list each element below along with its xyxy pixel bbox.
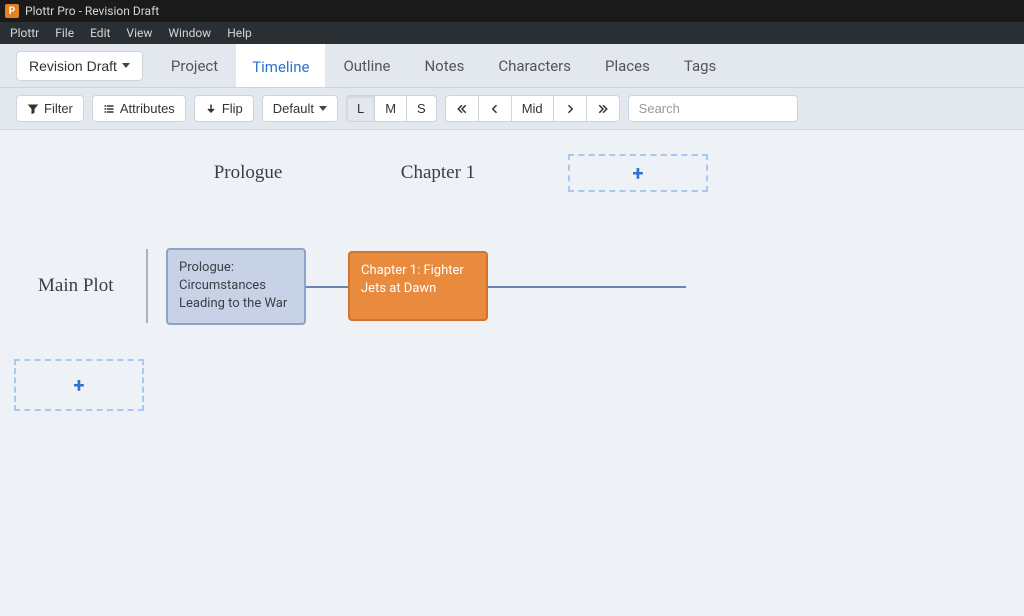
menu-window[interactable]: Window bbox=[160, 24, 219, 42]
draft-selector-label: Revision Draft bbox=[29, 58, 117, 74]
menu-help[interactable]: Help bbox=[219, 24, 260, 42]
chapter-label-1[interactable]: Chapter 1 bbox=[368, 162, 508, 184]
tab-timeline[interactable]: Timeline bbox=[236, 44, 325, 87]
default-dropdown[interactable]: Default bbox=[262, 95, 338, 122]
page-mid-button[interactable]: Mid bbox=[511, 95, 554, 122]
plotline-divider bbox=[146, 249, 148, 323]
page-next-button[interactable] bbox=[553, 95, 587, 122]
filter-icon bbox=[27, 103, 39, 115]
chevron-double-left-icon bbox=[456, 103, 468, 115]
zoom-small-button[interactable]: S bbox=[406, 95, 437, 122]
add-chapter-button[interactable]: + bbox=[568, 154, 708, 192]
zoom-group: L M S bbox=[346, 95, 437, 122]
paginate-group: Mid bbox=[445, 95, 620, 122]
zoom-medium-button[interactable]: M bbox=[374, 95, 407, 122]
attributes-label: Attributes bbox=[120, 101, 175, 116]
nav-bar: Revision Draft Project Timeline Outline … bbox=[0, 44, 1024, 88]
plotline-row-main: Main Plot Prologue: Circumstances Leadin… bbox=[8, 248, 1016, 325]
timeline-canvas: Prologue Chapter 1 + Main Plot Prologue:… bbox=[0, 130, 1024, 616]
page-prev-button[interactable] bbox=[478, 95, 512, 122]
add-plotline-button[interactable]: + bbox=[14, 359, 144, 411]
chapter-headers: Prologue Chapter 1 + bbox=[8, 154, 1016, 192]
window-title-bar: P Plottr Pro - Revision Draft bbox=[0, 0, 1024, 22]
attributes-button[interactable]: Attributes bbox=[92, 95, 186, 122]
chevron-left-icon bbox=[489, 103, 501, 115]
arrow-down-icon bbox=[205, 103, 217, 115]
caret-down-icon bbox=[319, 106, 327, 111]
tab-notes[interactable]: Notes bbox=[408, 44, 480, 87]
plus-icon: + bbox=[74, 373, 85, 397]
menu-edit[interactable]: Edit bbox=[82, 24, 118, 42]
page-last-button[interactable] bbox=[586, 95, 620, 122]
menu-bar: Plottr File Edit View Window Help bbox=[0, 22, 1024, 44]
tab-outline[interactable]: Outline bbox=[327, 44, 406, 87]
window-title: Plottr Pro - Revision Draft bbox=[25, 4, 159, 18]
tab-tags[interactable]: Tags bbox=[668, 44, 732, 87]
filter-button[interactable]: Filter bbox=[16, 95, 84, 122]
chevron-right-icon bbox=[564, 103, 576, 115]
flip-label: Flip bbox=[222, 101, 243, 116]
plotline-label[interactable]: Main Plot bbox=[38, 275, 138, 297]
draft-selector-button[interactable]: Revision Draft bbox=[16, 51, 143, 81]
filter-label: Filter bbox=[44, 101, 73, 116]
search-input[interactable] bbox=[628, 95, 798, 122]
menu-file[interactable]: File bbox=[47, 24, 82, 42]
toolbar: Filter Attributes Flip Default L M S Mid bbox=[0, 88, 1024, 130]
plus-icon: + bbox=[633, 161, 644, 185]
menu-view[interactable]: View bbox=[118, 24, 160, 42]
list-icon bbox=[103, 103, 115, 115]
scene-card-chapter1[interactable]: Chapter 1: Fighter Jets at Dawn bbox=[348, 251, 488, 321]
app-icon: P bbox=[5, 4, 19, 18]
flip-button[interactable]: Flip bbox=[194, 95, 254, 122]
chapter-label-prologue[interactable]: Prologue bbox=[178, 162, 318, 184]
default-label: Default bbox=[273, 101, 314, 116]
tab-characters[interactable]: Characters bbox=[482, 44, 587, 87]
chevron-double-right-icon bbox=[597, 103, 609, 115]
zoom-large-button[interactable]: L bbox=[346, 95, 375, 122]
caret-down-icon bbox=[122, 63, 130, 68]
menu-plottr[interactable]: Plottr bbox=[2, 24, 47, 42]
tab-places[interactable]: Places bbox=[589, 44, 666, 87]
scene-card-prologue[interactable]: Prologue: Circumstances Leading to the W… bbox=[166, 248, 306, 325]
page-first-button[interactable] bbox=[445, 95, 479, 122]
nav-tabs: Project Timeline Outline Notes Character… bbox=[155, 44, 732, 87]
tab-project[interactable]: Project bbox=[155, 44, 234, 87]
